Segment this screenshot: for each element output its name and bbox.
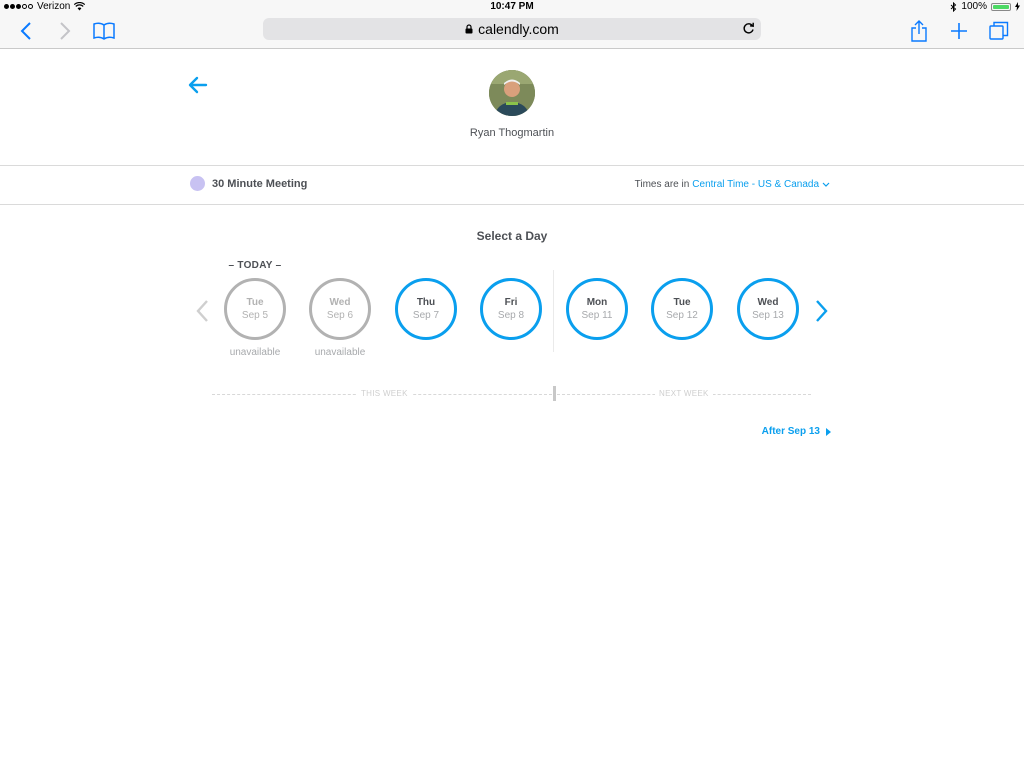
- status-bar: Verizon 10:47 PM 100%: [0, 0, 1024, 14]
- day-of-week: Fri: [504, 296, 518, 308]
- back-icon: [20, 22, 31, 40]
- status-right: 100%: [950, 1, 1020, 12]
- day-button: Tue Sep 5: [224, 278, 286, 340]
- unavailable-label: unavailable: [229, 347, 281, 358]
- day-of-week: Wed: [757, 296, 779, 308]
- reload-button[interactable]: [742, 21, 755, 38]
- today-label: – TODAY –: [228, 260, 282, 271]
- timezone-link[interactable]: Central Time - US & Canada: [692, 179, 819, 190]
- tabs-icon: [989, 21, 1009, 40]
- forward-icon: [60, 22, 71, 40]
- day-button[interactable]: Wed Sep 13: [737, 278, 799, 340]
- share-icon: [911, 20, 927, 42]
- next-days-button[interactable]: [812, 298, 830, 324]
- arrow-left-icon: [188, 76, 208, 94]
- this-week-label: THIS WEEK: [357, 389, 412, 398]
- day-of-week: Thu: [416, 296, 436, 308]
- day-date: Sep 12: [666, 309, 698, 321]
- select-day-title: Select a Day: [476, 229, 548, 243]
- new-tab-button[interactable]: [946, 18, 972, 44]
- tabs-button[interactable]: [986, 18, 1012, 44]
- battery-percent: 100%: [961, 1, 987, 12]
- previous-days-button[interactable]: [194, 298, 212, 324]
- battery-level-fill: [993, 4, 1009, 9]
- day-date: Sep 13: [752, 309, 784, 321]
- day-button[interactable]: Tue Sep 12: [651, 278, 713, 340]
- unavailable-label: unavailable: [314, 347, 366, 358]
- forward-button[interactable]: [52, 18, 78, 44]
- host-avatar: [489, 70, 535, 116]
- caret-right-icon: [826, 427, 831, 436]
- after-date-link[interactable]: After Sep 13: [762, 426, 831, 437]
- bookmarks-icon: [93, 22, 115, 40]
- day-button[interactable]: Fri Sep 8: [480, 278, 542, 340]
- day-button: Wed Sep 6: [309, 278, 371, 340]
- lock-icon: [465, 24, 473, 34]
- charging-icon: [1015, 2, 1020, 11]
- day-date: Sep 8: [497, 309, 525, 321]
- week-marker: [553, 386, 556, 401]
- chevron-left-icon: [196, 300, 208, 322]
- day-of-week: Wed: [329, 296, 351, 308]
- host-name: Ryan Thogmartin: [469, 127, 555, 139]
- back-arrow-button[interactable]: [188, 76, 210, 96]
- timezone-prefix: Times are in: [634, 179, 690, 190]
- battery-icon: [991, 2, 1011, 11]
- chevron-down-icon: [822, 182, 830, 187]
- event-name: 30 Minute Meeting: [212, 178, 308, 190]
- new-tab-icon: [951, 23, 967, 39]
- after-date-label: After Sep 13: [761, 426, 820, 437]
- url-text: calendly.com: [478, 21, 559, 37]
- share-button[interactable]: [906, 18, 932, 44]
- day-date: Sep 5: [241, 309, 269, 321]
- day-of-week: Tue: [246, 296, 264, 308]
- week-separator: [553, 270, 554, 352]
- bookmarks-button[interactable]: [91, 18, 117, 44]
- back-button[interactable]: [13, 18, 39, 44]
- day-of-week: Mon: [586, 296, 608, 308]
- timezone-selector[interactable]: Times are in Central Time - US & Canada: [635, 179, 830, 190]
- event-color-dot: [190, 176, 205, 191]
- day-button[interactable]: Thu Sep 7: [395, 278, 457, 340]
- bluetooth-icon: [951, 1, 957, 12]
- chevron-right-icon: [816, 300, 828, 322]
- day-of-week: Tue: [673, 296, 691, 308]
- header-divider: [0, 165, 1024, 166]
- status-time: 10:47 PM: [490, 1, 534, 12]
- day-date: Sep 11: [581, 309, 613, 321]
- day-date: Sep 6: [326, 309, 354, 321]
- browser-toolbar: calendly.com: [0, 14, 1024, 49]
- day-date: Sep 7: [412, 309, 440, 321]
- reload-icon: [743, 22, 754, 34]
- event-divider: [0, 204, 1024, 205]
- day-button[interactable]: Mon Sep 11: [566, 278, 628, 340]
- next-week-label: NEXT WEEK: [655, 389, 713, 398]
- address-bar[interactable]: calendly.com: [263, 18, 761, 40]
